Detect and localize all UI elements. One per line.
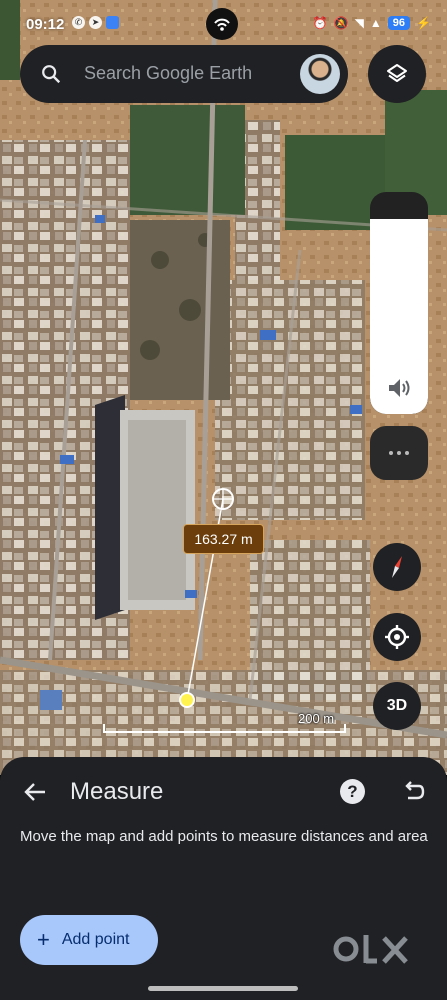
back-button[interactable] [20, 777, 50, 807]
signal-icon: ▲ [369, 16, 382, 30]
whatsapp-icon: ✆ [72, 16, 85, 29]
dot-icon [405, 451, 409, 455]
status-bar: 09:12 ✆ ➤ ⏰ 🔕 ◥ ▲ 96 ⚡ [0, 0, 447, 50]
dot-icon [389, 451, 393, 455]
battery-indicator: 96 [387, 16, 411, 30]
layers-button[interactable] [368, 45, 426, 103]
add-point-label: Add point [61, 931, 130, 948]
status-time: 09:12 [26, 16, 65, 33]
charging-icon: ⚡ [416, 16, 431, 30]
undo-button[interactable] [400, 779, 426, 805]
distance-label: 163.27 m [183, 524, 264, 554]
mute-icon: 🔕 [333, 16, 349, 30]
system-icons: ⏰ 🔕 ◥ ▲ 96 ⚡ [313, 16, 431, 30]
arrow-back-icon [24, 783, 45, 801]
measure-sheet: Measure ? Move the map and add points to… [0, 757, 447, 1000]
notification-icons: ✆ ➤ [72, 16, 119, 29]
scale-label: 200 m [298, 711, 335, 726]
more-options-button[interactable] [370, 426, 428, 480]
olx-watermark [333, 935, 408, 964]
volume-slider[interactable] [370, 192, 428, 414]
layers-icon [387, 64, 407, 82]
search-input[interactable]: Search Google Earth [84, 63, 252, 84]
app-icon [106, 16, 119, 29]
search-icon [42, 65, 61, 84]
alarm-icon: ⏰ [312, 16, 328, 30]
measure-point[interactable] [179, 692, 195, 708]
3d-toggle-button[interactable]: 3D [373, 682, 421, 730]
avatar[interactable] [300, 54, 340, 94]
my-location-icon [385, 625, 409, 649]
compass-icon [392, 556, 402, 578]
hotspot-icon [206, 8, 238, 40]
dot-icon [397, 451, 401, 455]
volume-icon [389, 379, 410, 397]
sheet-title: Measure [70, 778, 164, 805]
add-point-button[interactable]: + Add point [20, 915, 158, 965]
wifi-icon: ◥ [354, 16, 364, 30]
my-location-button[interactable] [373, 613, 421, 661]
plus-icon: + [37, 927, 50, 952]
home-indicator[interactable] [148, 986, 298, 991]
search-bar[interactable]: Search Google Earth [20, 45, 348, 103]
instructions-text: Move the map and add points to measure d… [20, 828, 428, 845]
help-button[interactable]: ? [340, 779, 365, 804]
telegram-icon: ➤ [89, 16, 102, 29]
compass-button[interactable] [373, 543, 421, 591]
